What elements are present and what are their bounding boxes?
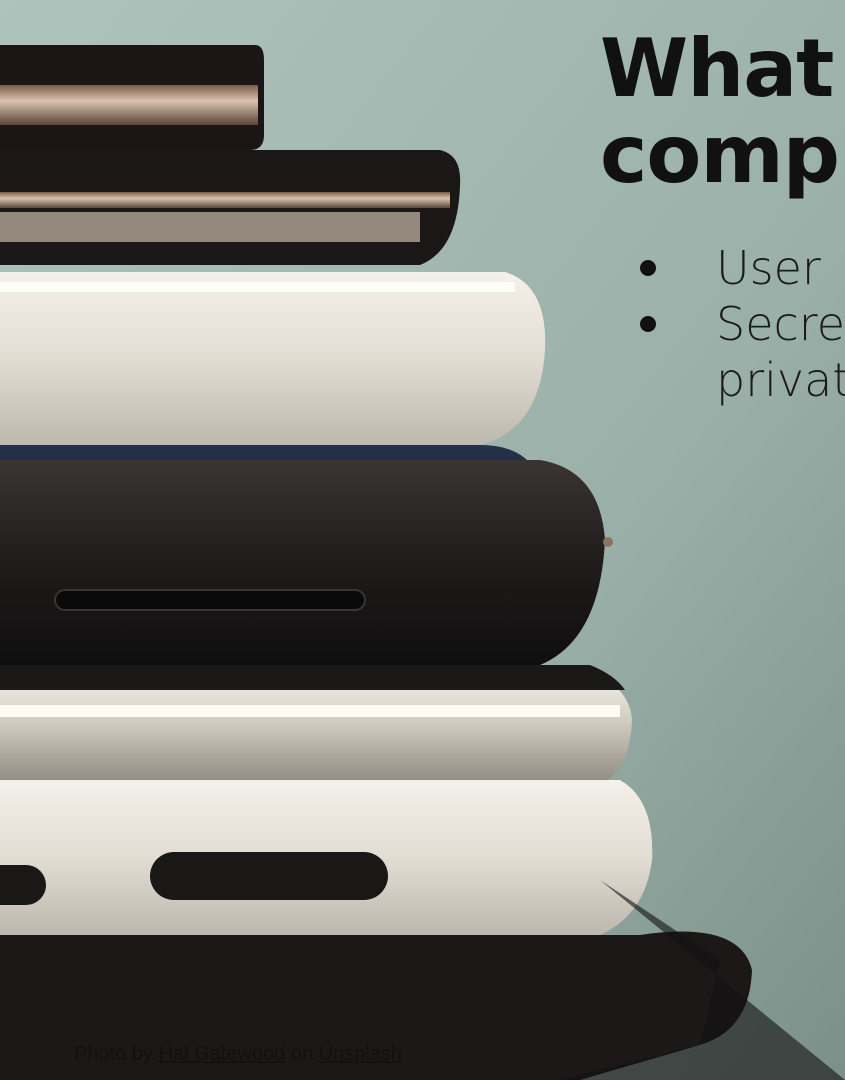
bullet-2-text-line2: privat	[716, 353, 845, 407]
bullet-1-text: User	[716, 241, 821, 295]
bullet-2-text-line1: Secre	[716, 297, 845, 351]
credit-site-link[interactable]: Unsplash	[319, 1043, 402, 1065]
slide-title: What comp	[600, 22, 840, 201]
photo-credit: Photo by Hal Gatewood on Unsplash	[74, 1043, 402, 1066]
title-line-1: What	[600, 22, 834, 115]
credit-prefix: Photo by	[74, 1043, 159, 1065]
bullet-list: User Secre privat	[640, 240, 845, 408]
title-line-2: comp	[600, 108, 840, 201]
credit-author-link[interactable]: Hal Gatewood	[159, 1043, 286, 1065]
bullet-item-1: User	[640, 240, 845, 296]
credit-middle: on	[285, 1043, 319, 1065]
slide: What comp User Secre privat Photo by Hal…	[0, 0, 845, 1080]
bullet-item-2: Secre privat	[640, 296, 845, 408]
